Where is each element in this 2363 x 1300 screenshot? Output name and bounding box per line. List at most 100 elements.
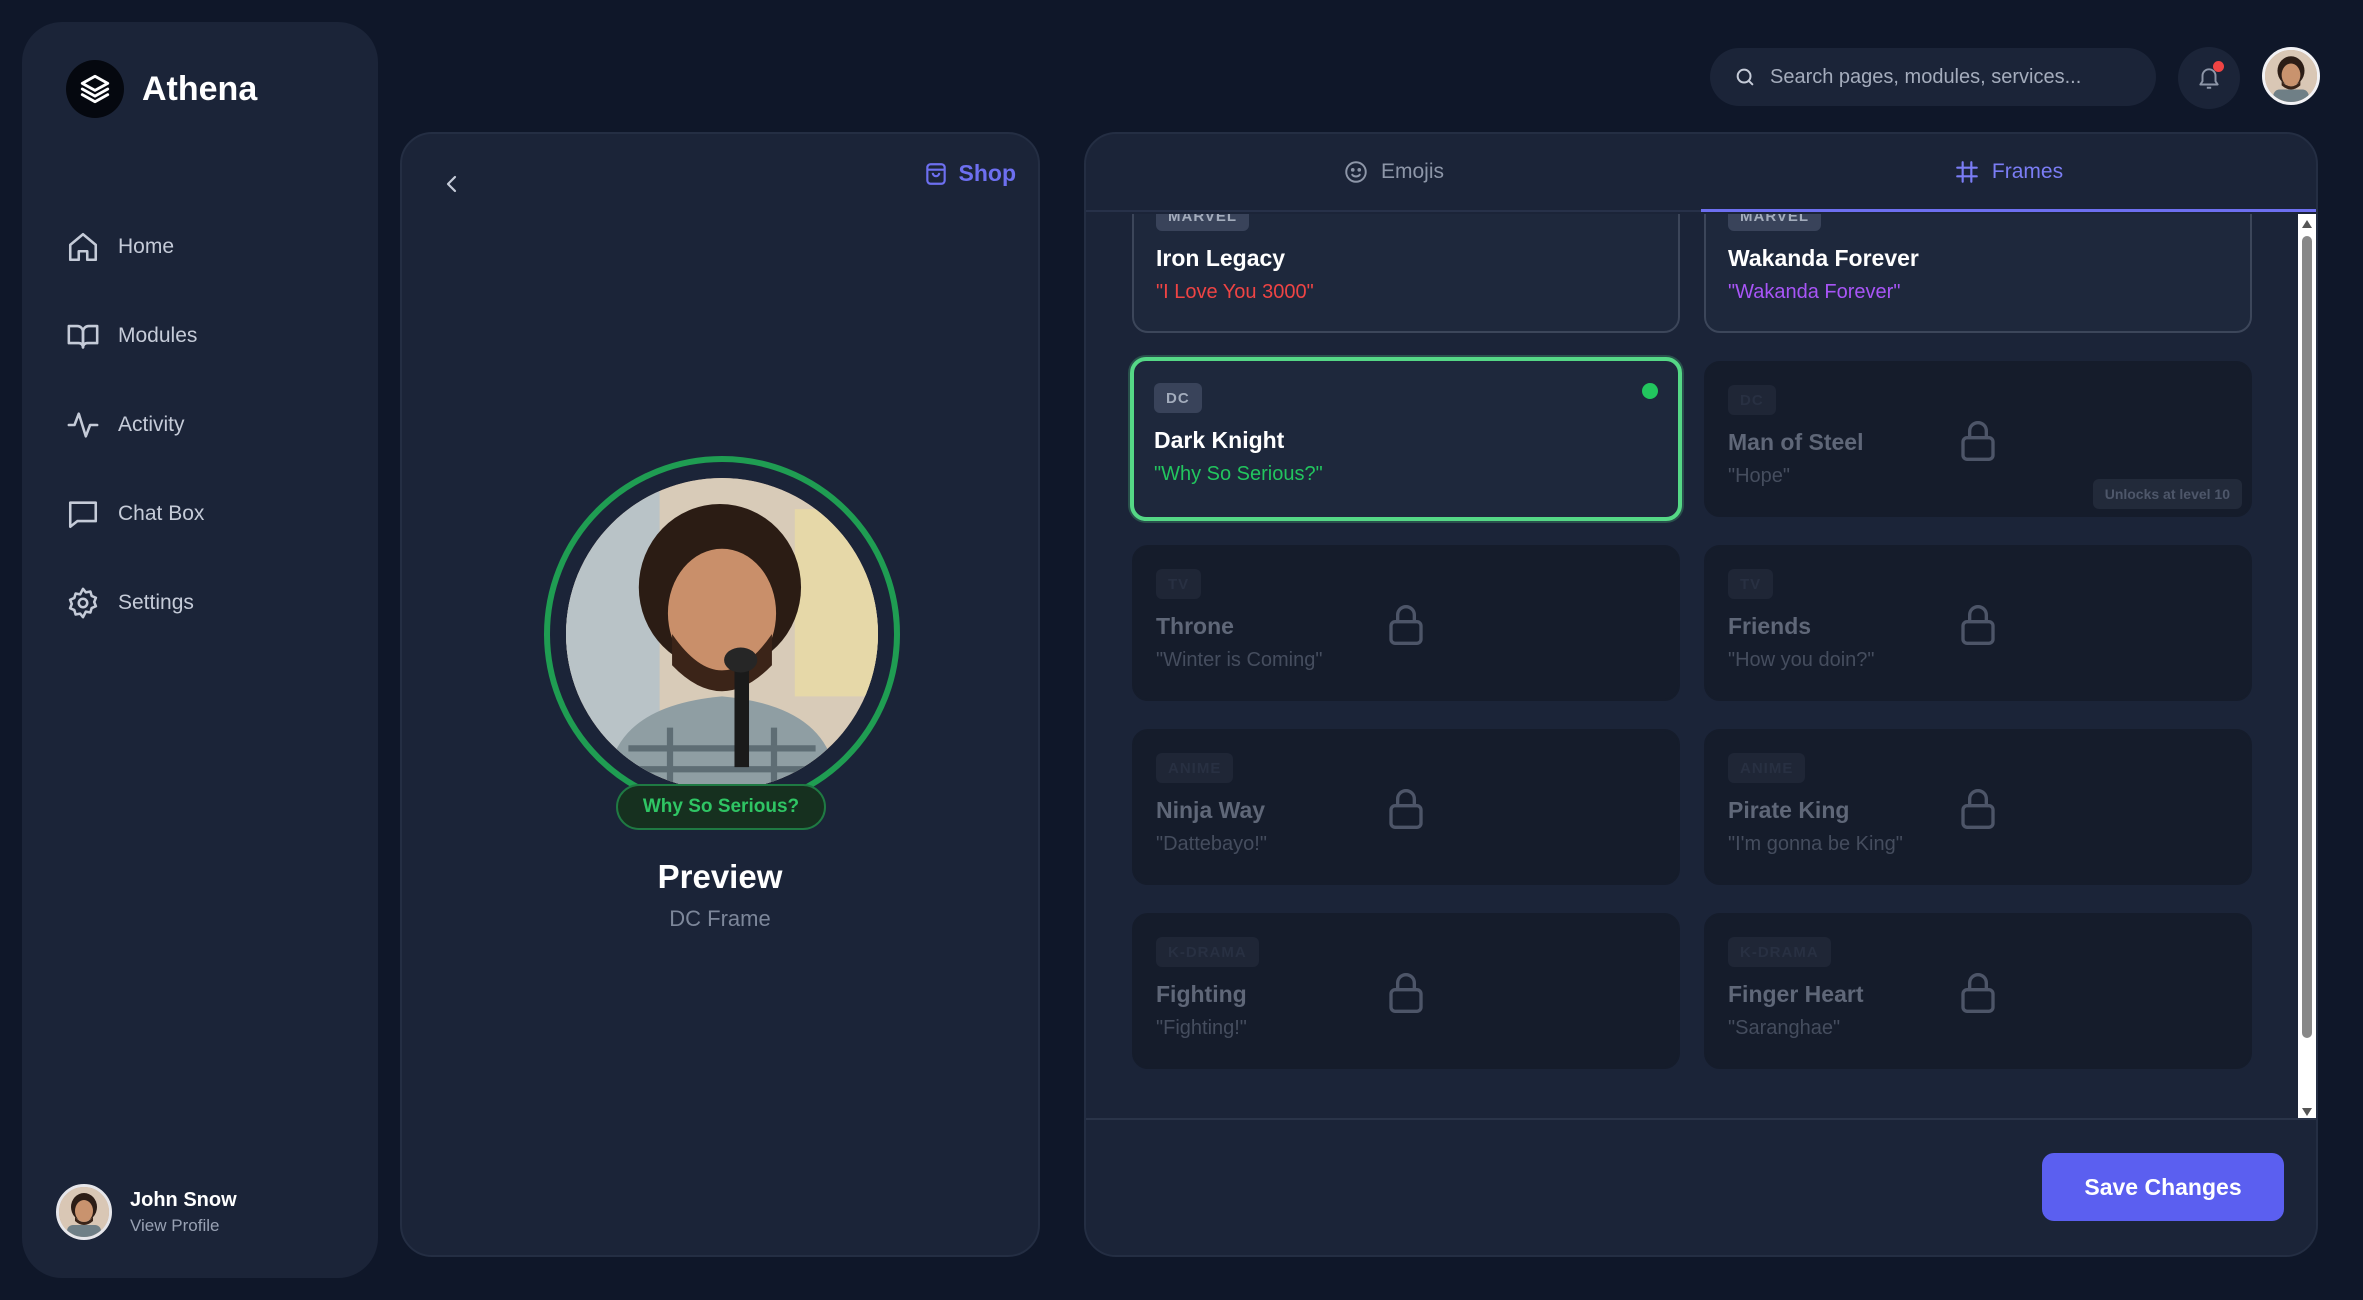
shop-link[interactable]: Shop	[923, 160, 1017, 187]
scrollbar-thumb[interactable]	[2302, 236, 2312, 1038]
chat-icon	[68, 500, 98, 528]
preview-panel: Shop Why So Serious? Preview DC Frame	[400, 132, 1040, 1257]
profile-text: John Snow View Profile	[130, 1189, 237, 1236]
shopping-bag-icon	[925, 162, 946, 185]
app-name: Athena	[142, 69, 258, 108]
frame-quote: "Saranghae"	[1728, 1017, 1841, 1039]
search-icon	[1736, 68, 1754, 86]
frame-title: Dark Knight	[1154, 427, 1285, 453]
view-profile-link[interactable]: View Profile	[130, 1216, 237, 1236]
sidebar-item-chat-box[interactable]: Chat Box	[66, 469, 366, 558]
frame-category-tag: ANIME	[1728, 753, 1806, 783]
user-avatar-button[interactable]	[2262, 47, 2320, 105]
chevron-left-icon	[446, 175, 457, 193]
frame-title: Iron Legacy	[1156, 245, 1286, 271]
frame-card-locked[interactable]: ANIME Ninja Way "Dattebayo!"	[1132, 729, 1680, 885]
brand[interactable]: Athena	[66, 60, 257, 118]
notifications-button[interactable]	[2178, 47, 2240, 109]
preview-title: Preview	[657, 858, 783, 895]
shop-label: Shop	[958, 160, 1017, 186]
sidebar: Athena Home Modules Activity Chat Box Se…	[22, 22, 378, 1278]
frame-title: Throne	[1156, 613, 1234, 639]
frame-category-tag: ANIME	[1156, 753, 1234, 783]
tab-frames[interactable]: Frames	[1701, 134, 2316, 212]
scrollbar[interactable]	[2298, 214, 2316, 1122]
frame-card-locked[interactable]: DC Man of Steel "Hope" Unlocks at level …	[1704, 361, 2252, 517]
sidebar-item-settings[interactable]: Settings	[66, 558, 366, 647]
frame-category-tag: DC	[1728, 385, 1776, 415]
unlock-level-badge: Unlocks at level 10	[2092, 479, 2242, 509]
sidebar-item-modules[interactable]: Modules	[66, 291, 366, 380]
lock-icon	[1389, 605, 1423, 645]
hash-icon	[1956, 161, 1978, 183]
scroll-down-arrow-icon[interactable]	[2302, 1108, 2312, 1116]
preview-subtitle: DC Frame	[669, 906, 771, 931]
lock-icon	[1961, 973, 1995, 1013]
sidebar-item-activity[interactable]: Activity	[66, 380, 366, 469]
search-bar[interactable]	[1710, 48, 2156, 106]
frame-quote: "Why So Serious?"	[1154, 463, 1323, 485]
frame-selector-panel: Emojis Frames MARVEL Iron Legacy "I Love…	[1084, 132, 2318, 1257]
sidebar-item-label: Activity	[118, 412, 185, 436]
frame-quote: "Wakanda Forever"	[1728, 281, 1901, 303]
profile-name: John Snow	[130, 1188, 237, 1211]
back-button[interactable]	[432, 164, 472, 204]
tab-bar: Emojis Frames	[1086, 134, 2316, 212]
frame-card-selected[interactable]: DC Dark Knight "Why So Serious?"	[1130, 357, 1682, 521]
search-input[interactable]	[1770, 65, 2156, 89]
tab-label: Emojis	[1380, 160, 1444, 183]
frame-quote: "Fighting!"	[1156, 1017, 1247, 1039]
lock-icon	[1389, 973, 1423, 1013]
sidebar-item-label: Modules	[118, 323, 198, 347]
lock-icon	[1961, 789, 1995, 829]
frame-category-tag: MARVEL	[1156, 214, 1250, 231]
frame-category-tag: DC	[1154, 383, 1202, 413]
panel-footer: Save Changes	[1086, 1118, 2316, 1255]
home-icon	[68, 232, 98, 261]
lock-icon	[1389, 789, 1423, 829]
frame-card-locked[interactable]: TV Throne "Winter is Coming"	[1132, 545, 1680, 701]
frame-title: Ninja Way	[1156, 797, 1266, 823]
frame-quote: "Hope"	[1728, 465, 1791, 487]
frame-title: Pirate King	[1728, 797, 1850, 823]
frame-card-locked[interactable]: ANIME Pirate King "I'm gonna be King"	[1704, 729, 2252, 885]
avatar	[56, 1184, 112, 1240]
notification-dot	[2213, 61, 2224, 72]
frame-quote: "How you doin?"	[1728, 649, 1875, 671]
frame-title: Fighting	[1156, 981, 1247, 1007]
frame-category-tag: K-DRAMA	[1728, 937, 1831, 967]
frame-quote: "I'm gonna be King"	[1728, 833, 1903, 855]
book-icon	[67, 324, 99, 349]
selected-indicator-dot	[1642, 383, 1658, 399]
tab-emojis[interactable]: Emojis	[1086, 134, 1701, 210]
frame-title: Friends	[1728, 613, 1812, 639]
frame-quote: "I Love You 3000"	[1156, 281, 1314, 303]
frame-category-tag: K-DRAMA	[1156, 937, 1259, 967]
frame-title: Man of Steel	[1728, 429, 1864, 455]
frame-card-locked[interactable]: K-DRAMA Finger Heart "Saranghae"	[1704, 913, 2252, 1069]
sidebar-item-label: Settings	[118, 590, 194, 614]
sidebar-item-label: Chat Box	[118, 501, 205, 525]
profile-photo	[566, 478, 878, 790]
frame-quote-badge: Why So Serious?	[616, 784, 826, 830]
frame-quote: "Dattebayo!"	[1156, 833, 1267, 855]
frame-category-tag: TV	[1728, 569, 1774, 599]
layers-logo-icon	[66, 60, 124, 118]
frame-card-locked[interactable]: TV Friends "How you doin?"	[1704, 545, 2252, 701]
frame-card-locked[interactable]: K-DRAMA Fighting "Fighting!"	[1132, 913, 1680, 1069]
frame-card[interactable]: MARVEL Iron Legacy "I Love You 3000"	[1132, 214, 1680, 333]
frame-card[interactable]: MARVEL Wakanda Forever "Wakanda Forever"	[1704, 214, 2252, 333]
lock-icon	[1961, 605, 1995, 645]
tab-label: Frames	[1991, 160, 2064, 183]
user-profile[interactable]: John Snow View Profile	[56, 1184, 237, 1240]
sidebar-item-home[interactable]: Home	[66, 202, 366, 291]
activity-icon	[67, 411, 99, 438]
frame-category-tag: MARVEL	[1728, 214, 1822, 231]
sidebar-item-label: Home	[118, 234, 175, 258]
save-changes-button[interactable]: Save Changes	[2042, 1153, 2284, 1221]
sidebar-nav: Home Modules Activity Chat Box Settings	[66, 202, 366, 647]
frame-title: Finger Heart	[1728, 981, 1864, 1007]
frame-title: Wakanda Forever	[1728, 245, 1919, 271]
gear-icon	[68, 587, 98, 618]
scroll-up-arrow-icon[interactable]	[2302, 220, 2312, 228]
